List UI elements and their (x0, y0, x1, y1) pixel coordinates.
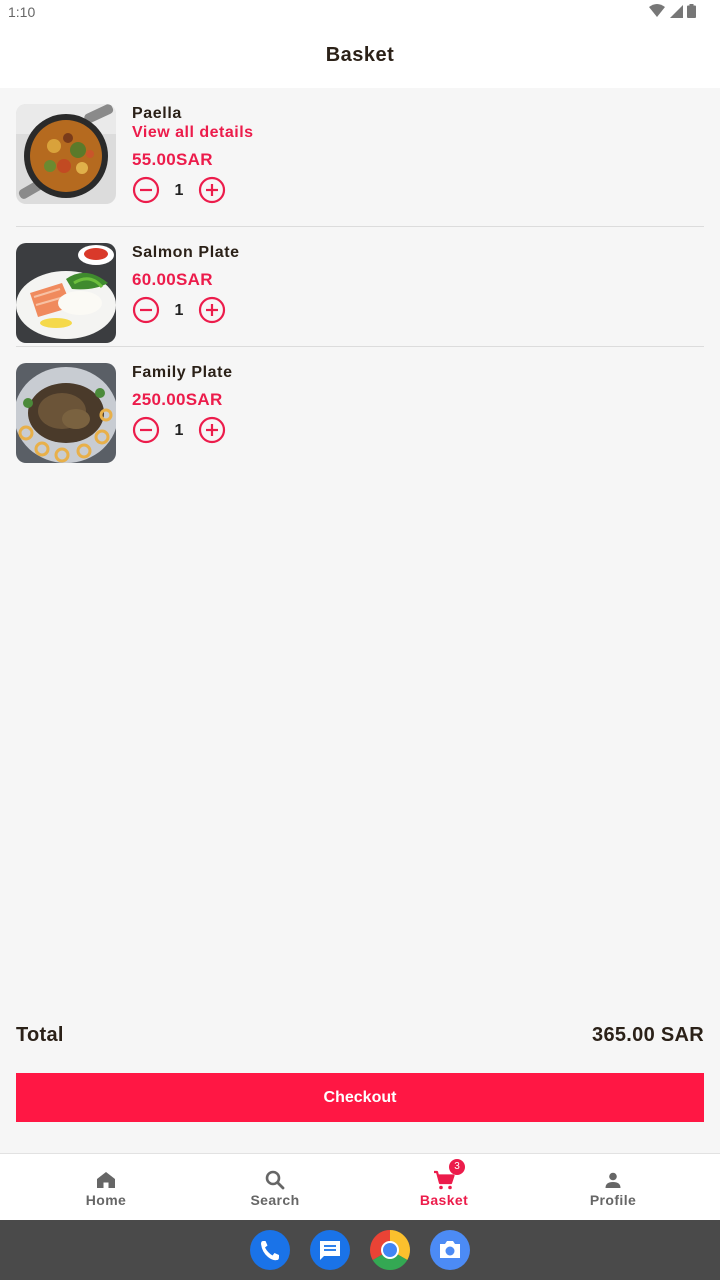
item-divider (16, 346, 704, 347)
total-value: 365.00 SAR (592, 1024, 704, 1046)
nav-item-search[interactable]: Search (190, 1154, 360, 1221)
plus-circle-icon (198, 296, 226, 324)
decrease-quantity-button[interactable] (132, 416, 160, 444)
nav-label-basket: Basket (419, 1192, 469, 1208)
wifi-icon (649, 4, 665, 17)
nav-item-home[interactable]: Home (21, 1154, 191, 1221)
increase-quantity-button[interactable] (198, 176, 226, 204)
view-details-link[interactable]: View all details (132, 124, 254, 142)
total-row: Total 365.00 SAR (16, 1024, 704, 1052)
minus-circle-icon (132, 296, 160, 324)
system-dock (0, 1220, 720, 1280)
item-name: Family Plate (132, 364, 233, 381)
status-bar: 1:10 (0, 0, 720, 24)
paella-image (16, 104, 116, 204)
nav-label-profile: Profile (589, 1192, 637, 1208)
increase-quantity-button[interactable] (198, 296, 226, 324)
item-price: 250.00SAR (132, 390, 223, 409)
search-icon (265, 1170, 285, 1190)
decrease-quantity-button[interactable] (132, 296, 160, 324)
decrease-quantity-button[interactable] (132, 176, 160, 204)
person-icon (605, 1172, 621, 1188)
app-header: Basket (0, 24, 720, 88)
plus-circle-icon (198, 416, 226, 444)
item-name: Salmon Plate (132, 244, 240, 261)
minus-circle-icon (132, 176, 160, 204)
salmon-plate-image (16, 243, 116, 343)
nav-item-profile[interactable]: Profile (528, 1154, 698, 1221)
total-label: Total (16, 1024, 64, 1046)
basket-item: Family Plate 250.00SAR 1 (16, 363, 704, 463)
cart-count-badge: 3 (449, 1159, 465, 1175)
nav-item-basket[interactable]: 3 Basket (359, 1154, 529, 1221)
status-time: 1:10 (8, 4, 36, 20)
battery-icon (687, 4, 696, 18)
item-price: 60.00SAR (132, 270, 213, 289)
status-icons (649, 4, 696, 18)
nav-label-home: Home (85, 1192, 127, 1208)
checkout-button[interactable]: Checkout (16, 1073, 704, 1122)
quantity-value: 1 (174, 302, 184, 319)
home-icon (97, 1172, 115, 1188)
basket-item: Paella View all details 55.00SAR 1 (16, 104, 704, 204)
quantity-value: 1 (174, 182, 184, 199)
phone-app-icon[interactable] (250, 1230, 290, 1270)
item-name: Paella (132, 105, 182, 122)
item-divider (16, 226, 704, 227)
quantity-value: 1 (174, 422, 184, 439)
messages-app-icon[interactable] (310, 1230, 350, 1270)
chrome-app-icon[interactable] (370, 1230, 410, 1270)
nav-label-search: Search (250, 1192, 300, 1208)
item-price: 55.00SAR (132, 150, 213, 169)
camera-app-icon[interactable] (430, 1230, 470, 1270)
minus-circle-icon (132, 416, 160, 444)
family-plate-image (16, 363, 116, 463)
basket-item: Salmon Plate 60.00SAR 1 (16, 243, 704, 343)
plus-circle-icon (198, 176, 226, 204)
signal-icon (670, 5, 683, 18)
page-title: Basket (325, 44, 395, 66)
bottom-nav: Home Search 3 Basket Profile (0, 1153, 720, 1220)
increase-quantity-button[interactable] (198, 416, 226, 444)
